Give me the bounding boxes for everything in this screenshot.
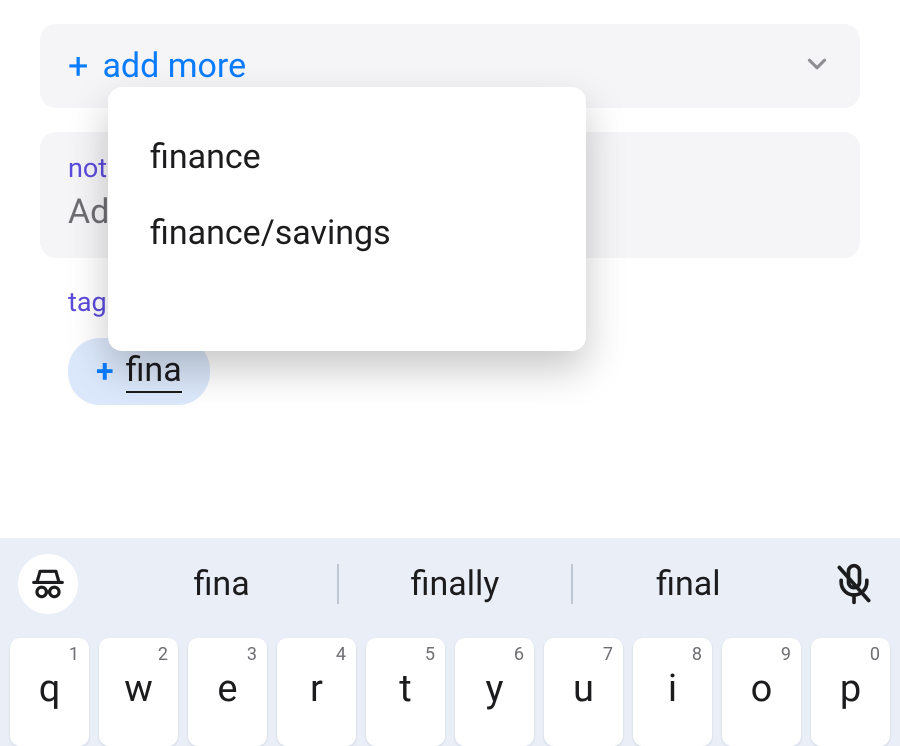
add-more-left: + add more (68, 46, 246, 86)
key-letter: o (751, 667, 773, 711)
plus-icon: + (68, 48, 88, 84)
key-digit: 7 (603, 644, 613, 665)
autocomplete-popup: finance finance/savings (108, 87, 586, 351)
key-r[interactable]: 4r (277, 638, 356, 746)
key-letter: w (124, 667, 153, 711)
key-t[interactable]: 5t (366, 638, 445, 746)
key-letter: t (399, 667, 411, 711)
key-digit: 6 (514, 644, 524, 665)
key-letter: u (573, 667, 594, 711)
key-e[interactable]: 3e (188, 638, 267, 746)
suggestion[interactable]: final (573, 564, 804, 604)
autocomplete-item[interactable]: finance (108, 119, 586, 195)
incognito-button[interactable] (18, 554, 78, 614)
key-letter: i (668, 667, 677, 711)
add-more-label: add more (102, 46, 246, 86)
suggestion[interactable]: finally (339, 564, 570, 604)
suggestion[interactable]: fina (106, 564, 337, 604)
key-w[interactable]: 2w (99, 638, 178, 746)
key-i[interactable]: 8i (633, 638, 712, 746)
key-digit: 2 (158, 644, 168, 665)
tag-input[interactable]: fina (126, 350, 182, 393)
key-y[interactable]: 6y (455, 638, 534, 746)
key-digit: 1 (69, 644, 79, 665)
key-letter: e (217, 667, 237, 711)
suggestion-bar: fina finally final (0, 538, 900, 630)
key-letter: r (310, 667, 323, 711)
keyboard: fina finally final 1q 2w 3e 4r 5t 6y 7u … (0, 538, 900, 746)
key-digit: 8 (692, 644, 702, 665)
key-o[interactable]: 9o (722, 638, 801, 746)
plus-icon: + (96, 355, 114, 387)
key-digit: 4 (336, 644, 346, 665)
key-digit: 9 (781, 644, 791, 665)
suggestions: fina finally final (106, 564, 804, 604)
key-row: 1q 2w 3e 4r 5t 6y 7u 8i 9o 0p (0, 630, 900, 746)
mic-button[interactable] (826, 556, 882, 612)
mic-off-icon (832, 562, 876, 606)
key-letter: p (840, 667, 861, 711)
key-q[interactable]: 1q (10, 638, 89, 746)
key-u[interactable]: 7u (544, 638, 623, 746)
key-letter: q (39, 667, 61, 711)
incognito-icon (29, 565, 67, 603)
autocomplete-item[interactable]: finance/savings (108, 195, 586, 271)
key-digit: 3 (247, 644, 257, 665)
chevron-down-icon (802, 49, 832, 83)
key-letter: y (486, 667, 504, 711)
key-digit: 0 (870, 644, 880, 665)
key-p[interactable]: 0p (811, 638, 890, 746)
key-digit: 5 (425, 644, 435, 665)
